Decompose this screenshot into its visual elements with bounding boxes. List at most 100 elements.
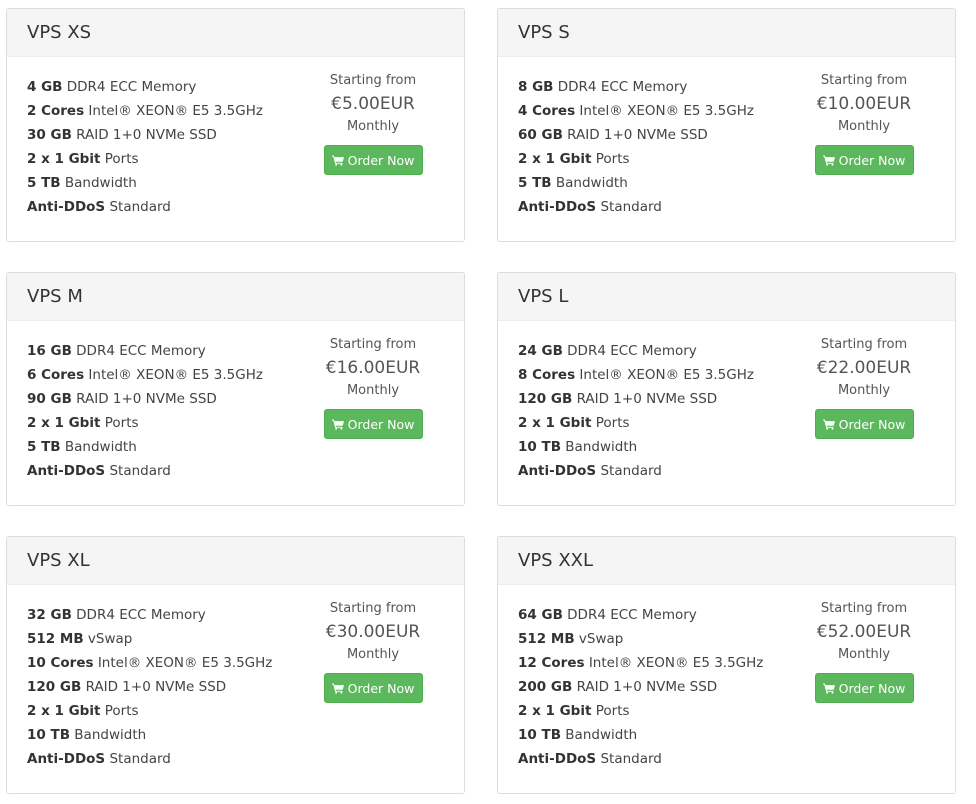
billing-period: Monthly <box>837 647 891 662</box>
feature-value: 2 x 1 Gbit <box>27 703 101 719</box>
starting-from-label: Starting from <box>329 73 417 88</box>
order-now-button[interactable]: Order Now <box>814 409 914 439</box>
plan-price: €30.00EUR <box>325 622 421 642</box>
order-now-button[interactable]: Order Now <box>814 145 914 175</box>
feature-label: Standard <box>600 751 662 767</box>
starting-from-label: Starting from <box>820 73 908 88</box>
feature-label: Ports <box>104 151 139 167</box>
feature-label: Intel® XEON® E5 3.5GHz <box>579 367 754 383</box>
feature-value: 2 x 1 Gbit <box>518 151 592 167</box>
order-now-label: Order Now <box>347 152 415 168</box>
feature-value: 10 TB <box>518 727 561 743</box>
plan-card-vps-xxl: VPS XXL 64 GB DDR4 ECC Memory 512 MB vSw… <box>497 536 956 794</box>
feature-value: Anti-DDoS <box>518 751 597 767</box>
order-now-label: Order Now <box>838 680 906 696</box>
feature-item: 10 TB Bandwidth <box>27 723 444 747</box>
feature-value: 16 GB <box>27 343 72 359</box>
feature-label: RAID 1+0 NVMe SSD <box>576 679 718 695</box>
plan-card-body: 64 GB DDR4 ECC Memory 512 MB vSwap 12 Co… <box>498 585 955 785</box>
billing-period: Monthly <box>346 647 400 662</box>
feature-item: Anti-DDoS Standard <box>518 195 935 219</box>
feature-value: 90 GB <box>27 391 72 407</box>
feature-value: 120 GB <box>518 391 573 407</box>
plan-card-body: 24 GB DDR4 ECC Memory 8 Cores Intel® XEO… <box>498 321 955 497</box>
feature-item: Anti-DDoS Standard <box>27 459 444 483</box>
plan-card-header: VPS L <box>498 273 955 321</box>
feature-value: Anti-DDoS <box>518 463 597 479</box>
feature-label: DDR4 ECC Memory <box>66 79 197 95</box>
plan-card-vps-s: VPS S 8 GB DDR4 ECC Memory 4 Cores Intel… <box>497 8 956 242</box>
starting-from-label: Starting from <box>820 337 908 352</box>
feature-item: 10 TB Bandwidth <box>518 723 935 747</box>
feature-label: DDR4 ECC Memory <box>76 343 206 359</box>
feature-item: Anti-DDoS Standard <box>518 747 935 771</box>
order-now-button[interactable]: Order Now <box>323 145 423 175</box>
feature-label: RAID 1+0 NVMe SSD <box>76 127 217 143</box>
order-now-label: Order Now <box>347 416 415 432</box>
shopping-cart-icon <box>331 155 344 166</box>
feature-label: Bandwidth <box>74 727 147 743</box>
billing-period: Monthly <box>837 119 891 134</box>
plan-card-header: VPS XS <box>7 9 464 57</box>
feature-value: 5 TB <box>518 175 552 191</box>
feature-value: 120 GB <box>27 679 82 695</box>
feature-value: 12 Cores <box>518 655 585 671</box>
feature-label: Standard <box>109 463 171 479</box>
feature-label: Ports <box>104 415 139 431</box>
plan-card-vps-m: VPS M 16 GB DDR4 ECC Memory 6 Cores Inte… <box>6 272 465 506</box>
feature-label: Standard <box>109 199 171 215</box>
feature-label: Intel® XEON® E5 3.5GHz <box>97 655 273 671</box>
plan-card-header: VPS M <box>7 273 464 321</box>
plan-card-vps-xs: VPS XS 4 GB DDR4 ECC Memory 2 Cores Inte… <box>6 8 465 242</box>
feature-label: vSwap <box>87 631 133 647</box>
order-now-button[interactable]: Order Now <box>814 673 914 703</box>
plan-card-header: VPS XXL <box>498 537 955 585</box>
feature-label: Bandwidth <box>64 175 137 191</box>
feature-value: 10 TB <box>27 727 70 743</box>
price-box: Starting from €10.00EUR Monthly Order No… <box>798 71 930 175</box>
shopping-cart-icon <box>331 683 344 694</box>
plan-title: VPS XL <box>27 550 90 571</box>
feature-value: 30 GB <box>27 127 72 143</box>
feature-value: 8 GB <box>518 79 554 95</box>
feature-label: Ports <box>104 703 139 719</box>
feature-value: Anti-DDoS <box>27 463 106 479</box>
feature-item: Anti-DDoS Standard <box>27 195 444 219</box>
feature-value: 5 TB <box>27 439 61 455</box>
feature-value: 64 GB <box>518 607 563 623</box>
plan-price: €10.00EUR <box>816 94 912 114</box>
billing-period: Monthly <box>837 383 891 398</box>
plan-title: VPS S <box>518 22 570 43</box>
order-now-button[interactable]: Order Now <box>323 409 423 439</box>
feature-value: 10 TB <box>518 439 561 455</box>
plan-card-body: 8 GB DDR4 ECC Memory 4 Cores Intel® XEON… <box>498 57 955 233</box>
shopping-cart-icon <box>822 683 835 694</box>
plan-price: €5.00EUR <box>331 94 415 114</box>
starting-from-label: Starting from <box>329 601 417 616</box>
feature-value: Anti-DDoS <box>27 199 106 215</box>
feature-label: Intel® XEON® E5 3.5GHz <box>88 367 263 383</box>
plan-title: VPS XXL <box>518 550 594 571</box>
feature-label: vSwap <box>578 631 624 647</box>
plan-card-body: 4 GB DDR4 ECC Memory 2 Cores Intel® XEON… <box>7 57 464 233</box>
feature-value: 32 GB <box>27 607 72 623</box>
feature-value: 512 MB <box>27 631 84 647</box>
feature-label: Bandwidth <box>565 439 638 455</box>
feature-value: 2 x 1 Gbit <box>518 415 592 431</box>
order-now-button[interactable]: Order Now <box>323 673 423 703</box>
feature-value: Anti-DDoS <box>518 199 597 215</box>
feature-item: Anti-DDoS Standard <box>27 747 444 771</box>
feature-label: Ports <box>595 703 630 719</box>
plan-title: VPS L <box>518 286 569 307</box>
feature-value: 2 x 1 Gbit <box>27 415 101 431</box>
shopping-cart-icon <box>822 419 835 430</box>
feature-value: 10 Cores <box>27 655 94 671</box>
starting-from-label: Starting from <box>820 601 908 616</box>
feature-value: Anti-DDoS <box>27 751 106 767</box>
plan-card-header: VPS S <box>498 9 955 57</box>
plan-card-body: 32 GB DDR4 ECC Memory 512 MB vSwap 10 Co… <box>7 585 464 785</box>
feature-value: 5 TB <box>27 175 61 191</box>
plan-price: €52.00EUR <box>816 622 912 642</box>
feature-label: Bandwidth <box>555 175 628 191</box>
feature-value: 4 GB <box>27 79 63 95</box>
